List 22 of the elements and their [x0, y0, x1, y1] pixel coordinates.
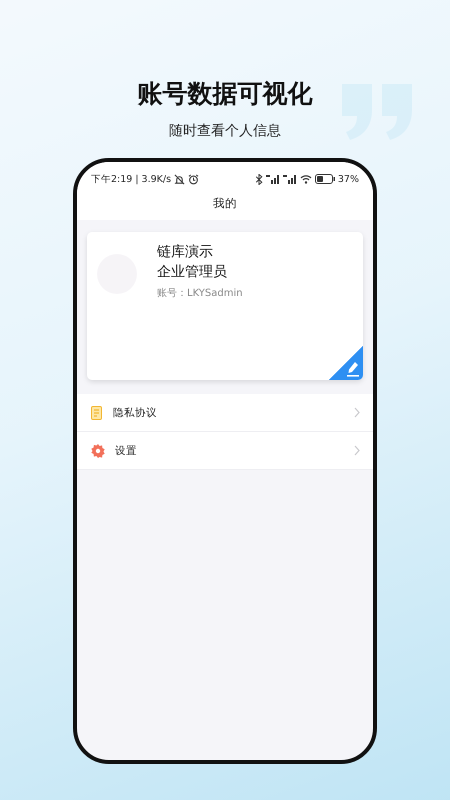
- bluetooth-icon: [254, 174, 263, 184]
- muted-bell-icon: [174, 174, 186, 184]
- signal-icon: [266, 174, 280, 184]
- gear-icon: [91, 444, 105, 458]
- page-title: 我的: [213, 196, 237, 210]
- subtitle: 随时查看个人信息: [169, 122, 281, 140]
- alarm-clock-icon: [188, 174, 200, 184]
- status-separator: |: [135, 174, 139, 184]
- account-id: 账号：LKYSadmin: [157, 286, 243, 300]
- profile-role: 企业管理员: [157, 263, 228, 282]
- wifi-icon: [300, 174, 312, 184]
- signal-icon: [282, 174, 297, 184]
- status-time: 下午2:19: [91, 172, 132, 186]
- profile-name: 链库演示: [157, 243, 214, 262]
- chevron-right-icon: [354, 407, 360, 418]
- battery-icon: [314, 174, 335, 184]
- headline: 账号数据可视化: [138, 78, 312, 110]
- document-icon: [91, 406, 103, 420]
- battery-percent: 37%: [338, 174, 359, 184]
- pencil-icon: [346, 361, 360, 377]
- network-speed: 3.9K/s: [142, 174, 172, 184]
- chevron-right-icon: [354, 445, 360, 456]
